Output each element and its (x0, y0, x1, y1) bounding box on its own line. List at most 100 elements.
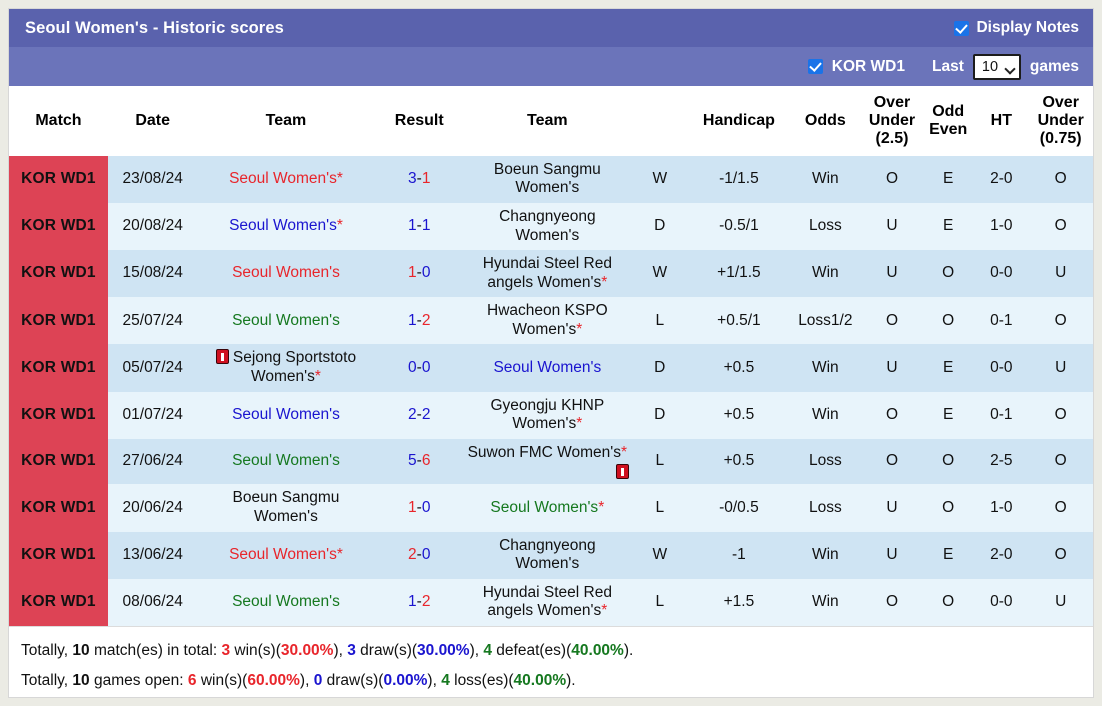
summary-win-pct: 30.00% (280, 642, 334, 659)
team-name[interactable]: Gyeongju KHNP Women's (490, 397, 604, 433)
away-team-cell[interactable]: Seoul Women's (464, 344, 631, 392)
table-row[interactable]: KOR WD1 01/07/24 Seoul Women's 2-2 Gyeongju … (9, 391, 1093, 439)
half-time-score: 2-0 (974, 155, 1029, 203)
over-under-075: U (1028, 344, 1093, 392)
home-team-cell[interactable]: Seoul Women's (197, 250, 375, 298)
table-header-row: Match Date Team Result Team Handicap Odds Over U… (9, 86, 1093, 156)
team-name[interactable]: Seoul Women's (229, 170, 337, 187)
score-cell[interactable]: 3-1 (374, 155, 465, 203)
over-under-25: U (861, 250, 923, 298)
away-team-cell[interactable]: Hyundai Steel Red angels Women's* (464, 578, 631, 626)
team-name[interactable]: Seoul Women's (232, 264, 340, 281)
column-header-line: Under (1037, 111, 1084, 129)
over-under-25: O (861, 155, 923, 203)
column-header-match: Match (9, 86, 108, 156)
match-date: 27/06/24 (107, 438, 198, 485)
team-name[interactable]: Changnyeong Women's (499, 208, 596, 244)
odds-result: Loss1/2 (788, 297, 862, 345)
home-team-cell[interactable]: Seoul Women's (197, 391, 375, 439)
handicap-value: -0.5/1 (688, 202, 789, 251)
team-name[interactable]: Seoul Women's (232, 452, 340, 469)
match-date: 05/07/24 (107, 344, 198, 392)
team-name[interactable]: Hyundai Steel Red angels Women's (483, 584, 612, 620)
score-home: 3 (408, 170, 417, 188)
away-team-cell[interactable]: Suwon FMC Women's* (464, 438, 631, 485)
display-notes-toggle[interactable]: Display Notes (954, 19, 1079, 37)
games-count-select-wrap[interactable]: 10 (972, 53, 1021, 80)
table-row[interactable]: KOR WD1 27/06/24 Seoul Women's 5-6 Suwon FMC… (9, 438, 1093, 485)
games-count-select[interactable]: 10 (972, 53, 1021, 80)
team-name[interactable]: Seoul Women's (493, 359, 601, 376)
score-cell[interactable]: 5-6 (374, 438, 465, 485)
away-team-cell[interactable]: Boeun Sangmu Women's (464, 155, 631, 203)
away-team-cell[interactable]: Gyeongju KHNP Women's* (464, 391, 631, 439)
column-header-ou075: Over Under (0.75) (1028, 86, 1093, 156)
table-row[interactable]: KOR WD1 15/08/24 Seoul Women's 1-0 Hyundai S… (9, 250, 1093, 298)
home-team-cell[interactable]: Sejong Sportstoto Women's* (197, 344, 375, 392)
historic-scores-table: Match Date Team Result Team Handicap Odds Over U… (9, 86, 1093, 626)
column-header-line: Even (929, 120, 968, 138)
league-filter-checkbox[interactable] (807, 59, 823, 74)
home-team-cell[interactable]: Seoul Women's* (197, 202, 375, 251)
table-row[interactable]: KOR WD1 08/06/24 Seoul Women's 1-2 Hyundai S… (9, 578, 1093, 626)
team-name[interactable]: Seoul Women's (232, 312, 340, 329)
summary-defeat-pct: 40.00% (571, 642, 624, 659)
summary-text: ), (299, 672, 314, 690)
odd-even: O (922, 484, 975, 532)
home-team-cell[interactable]: Boeun Sangmu Women's (197, 484, 375, 532)
team-name[interactable]: Seoul Women's (232, 406, 340, 423)
team-name[interactable]: Seoul Women's (229, 546, 337, 563)
handicap-value: -1 (688, 531, 789, 579)
result-indicator: L (630, 578, 689, 626)
column-header-line: (0.75) (1039, 129, 1082, 147)
table-row[interactable]: KOR WD1 13/06/24 Seoul Women's* 2-0 Changnye… (9, 531, 1093, 579)
home-team-cell[interactable]: Seoul Women's (197, 297, 375, 345)
team-name[interactable]: Seoul Women's (490, 499, 598, 516)
away-team-cell[interactable]: Hwacheon KSPO Women's* (464, 297, 631, 345)
team-name[interactable]: Sejong Sportstoto Women's (233, 349, 356, 385)
column-header-ou25: Over Under (2.5) (861, 86, 923, 156)
score-cell[interactable]: 1-0 (374, 250, 465, 298)
home-team-cell[interactable]: Seoul Women's* (197, 155, 375, 203)
team-name[interactable]: Suwon FMC Women's (468, 444, 621, 461)
away-team-cell[interactable]: Seoul Women's* (464, 484, 631, 532)
league-badge: KOR WD1 (9, 484, 108, 532)
team-name[interactable]: Boeun Sangmu Women's (494, 161, 601, 197)
score-cell[interactable]: 2-0 (374, 531, 465, 579)
score-home: 2 (408, 405, 417, 423)
odd-even: E (922, 155, 975, 203)
team-name[interactable]: Seoul Women's (232, 593, 340, 610)
home-team-cell[interactable]: Seoul Women's (197, 438, 375, 485)
score-home: 1 (408, 217, 417, 235)
score-cell[interactable]: 1-1 (374, 202, 465, 251)
summary-text: defeat(es)( (492, 642, 572, 659)
table-row[interactable]: KOR WD1 05/07/24 Sejong Sportstoto Women's… (9, 344, 1093, 392)
away-team-cell[interactable]: Changnyeong Women's (464, 202, 631, 251)
team-name[interactable]: Seoul Women's (229, 217, 337, 234)
score-home: 1 (408, 264, 417, 282)
away-team-cell[interactable]: Changnyeong Women's (464, 531, 631, 579)
match-date: 20/06/24 (107, 484, 198, 532)
column-header-ht: HT (974, 86, 1029, 156)
score-away: 2 (421, 593, 431, 611)
column-header-teamA: Team (197, 86, 375, 156)
score-cell[interactable]: 1-2 (374, 297, 465, 345)
score-cell[interactable]: 0-0 (374, 344, 465, 392)
team-name[interactable]: Hwacheon KSPO Women's (487, 302, 608, 338)
table-row[interactable]: KOR WD1 20/06/24 Boeun Sangmu Women's 1-0 Se… (9, 484, 1093, 532)
display-notes-checkbox[interactable] (954, 20, 970, 36)
neutral-venue-asterisk: * (336, 170, 343, 188)
team-name[interactable]: Changnyeong Women's (499, 537, 596, 573)
score-cell[interactable]: 2-2 (374, 391, 465, 439)
table-row[interactable]: KOR WD1 25/07/24 Seoul Women's 1-2 Hwacheon … (9, 297, 1093, 345)
table-row[interactable]: KOR WD1 23/08/24 Seoul Women's* 3-1 Boeun Sa… (9, 155, 1093, 203)
team-name[interactable]: Hyundai Steel Red angels Women's (483, 255, 612, 291)
away-team-cell[interactable]: Hyundai Steel Red angels Women's* (464, 250, 631, 298)
score-cell[interactable]: 1-0 (374, 484, 465, 532)
home-team-cell[interactable]: Seoul Women's* (197, 531, 375, 579)
home-team-cell[interactable]: Seoul Women's (197, 578, 375, 626)
odds-result: Loss (788, 484, 862, 532)
score-cell[interactable]: 1-2 (374, 578, 465, 626)
team-name[interactable]: Boeun Sangmu Women's (233, 489, 340, 525)
table-row[interactable]: KOR WD1 20/08/24 Seoul Women's* 1-1 Changnye… (9, 202, 1093, 251)
